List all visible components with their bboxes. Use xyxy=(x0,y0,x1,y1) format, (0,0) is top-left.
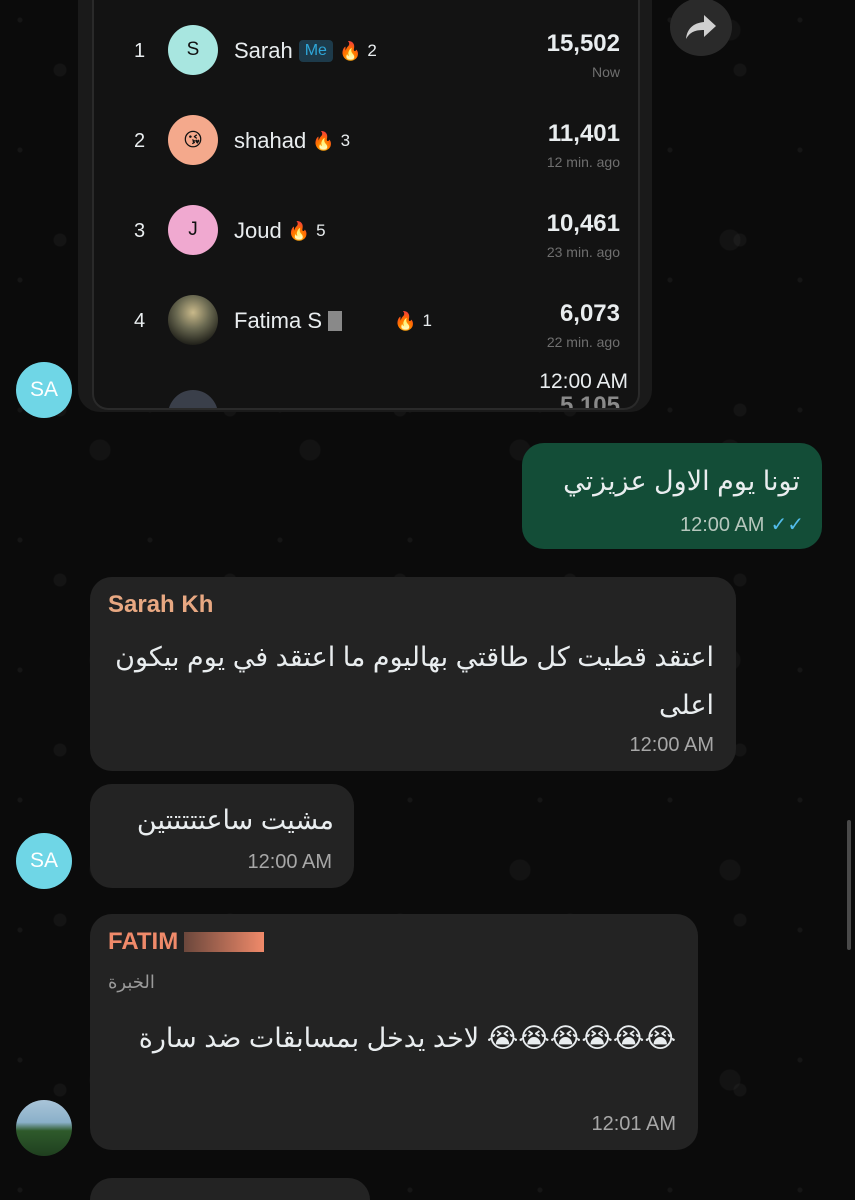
avatar[interactable]: SA xyxy=(16,362,72,418)
fire-icon: 🔥 xyxy=(312,130,335,151)
score: 11,401 xyxy=(547,120,620,147)
avatar: 😘 xyxy=(168,115,218,165)
message-time: 12:01 AM xyxy=(591,1113,676,1135)
leaderboard-row: 2 😘 shahad 🔥 3 11,401 12 min. ago xyxy=(94,100,638,190)
avatar: S xyxy=(168,25,218,75)
score: 5,105 xyxy=(559,392,620,410)
streak-count: 5 xyxy=(316,221,326,240)
double-check-icon: ✓✓ xyxy=(770,514,804,536)
streak-count: 2 xyxy=(367,41,377,60)
redaction-mark xyxy=(184,932,265,952)
message-time: 12:00 AM xyxy=(247,851,332,873)
avatar[interactable] xyxy=(16,1100,72,1156)
player-name: shahad xyxy=(234,128,307,153)
score-time: 23 min. ago xyxy=(546,244,620,260)
rank-number: 3 xyxy=(134,220,146,242)
message-text: 😭😭😭😭😭😭 لاخد يدخل بمسابقات ضد سارة xyxy=(138,1023,676,1053)
score: 6,073 xyxy=(559,300,620,327)
message-time: 12:00 AM xyxy=(679,514,765,536)
score: 10,461 xyxy=(546,210,620,237)
rank-number: 2 xyxy=(134,130,146,152)
forward-arrow-icon xyxy=(686,15,716,39)
streak-count: 1 xyxy=(422,311,432,330)
message-text: تونا يوم الاول عزيزتي xyxy=(563,466,800,496)
redaction-mark xyxy=(328,311,343,331)
score-time: 12 min. ago xyxy=(546,154,620,170)
incoming-message-bubble[interactable]: Sarah Kh اعتقد قطيت كل طاقتي بهاليوم ما … xyxy=(90,577,736,771)
leaderboard-row: 3 J Joud 🔥 5 10,461 23 min. ago xyxy=(94,190,638,280)
avatar xyxy=(168,390,218,408)
fire-icon: 🔥 xyxy=(338,40,362,61)
rank-number: 4 xyxy=(134,310,146,332)
score-time: 22 min. ago xyxy=(546,334,620,350)
outgoing-message-bubble[interactable]: تونا يوم الاول عزيزتي 12:00 AM ✓✓ xyxy=(522,443,822,549)
avatar[interactable]: SA xyxy=(16,833,72,889)
message-time: 12:00 AM xyxy=(537,370,630,394)
leaderboard-row: 1 S Sarah Me 🔥 2 15,502 Now xyxy=(94,10,638,100)
fire-icon: 🔥 xyxy=(287,220,311,241)
leaderboard-row: 4 Fatima S 🔥 1 6,073 22 min. ago xyxy=(94,280,638,370)
incoming-message-bubble[interactable] xyxy=(90,1178,370,1200)
player-name: Fatima S xyxy=(234,308,323,333)
avatar: J xyxy=(168,205,218,255)
leaderboard-card[interactable]: 1 S Sarah Me 🔥 2 15,502 Now 2 😘 shahad 🔥… xyxy=(92,0,640,410)
sender-subtitle: الخبرة xyxy=(108,972,155,992)
streak-count: 3 xyxy=(340,131,351,150)
player-name: Sarah xyxy=(234,38,293,63)
fire-icon: 🔥 xyxy=(394,310,417,331)
incoming-message-bubble[interactable]: FATIM الخبرة 😭😭😭😭😭😭 لاخد يدخل بمسابقات ض… xyxy=(90,914,698,1150)
incoming-message-bubble[interactable]: مشيت ساعتتتتتين 12:00 AM xyxy=(90,784,354,888)
me-badge: Me xyxy=(298,40,333,62)
score-time: Now xyxy=(591,64,620,80)
message-text: مشيت ساعتتتتتين xyxy=(136,805,334,835)
forward-button[interactable] xyxy=(670,0,732,56)
message-time: 12:00 AM xyxy=(629,734,714,756)
rank-number: 1 xyxy=(134,40,146,62)
sender-name[interactable]: FATIM xyxy=(108,928,178,956)
scrollbar[interactable] xyxy=(847,820,851,950)
sender-name[interactable]: Sarah Kh xyxy=(108,591,213,619)
avatar xyxy=(168,295,218,345)
message-text: اعتقد قطيت كل طاقتي بهاليوم ما اعتقد في … xyxy=(115,642,714,720)
player-name: Joud xyxy=(234,218,282,243)
score: 15,502 xyxy=(546,30,620,57)
